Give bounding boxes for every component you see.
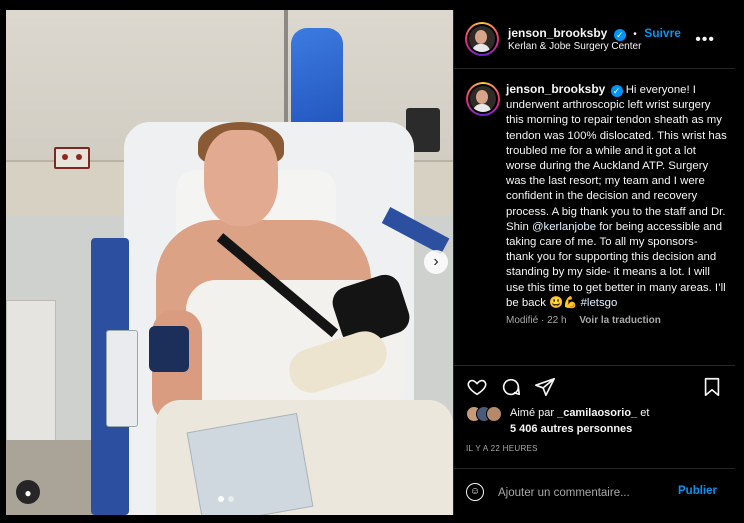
- publish-button[interactable]: Publier: [672, 484, 723, 498]
- next-image-button[interactable]: ›: [424, 250, 448, 274]
- liker-avatars: [466, 406, 508, 422]
- photo-bp-cuff: [149, 326, 189, 372]
- author-username[interactable]: jenson_brooksby: [508, 26, 607, 40]
- caption-mention-link[interactable]: @kerlanjobe: [532, 221, 596, 233]
- photo-outlet: [54, 147, 90, 169]
- post-dialog: ● › jenson_brooksby ✓ • Suivre Kerlan & …: [6, 10, 735, 515]
- comment-input[interactable]: [496, 482, 675, 504]
- tagged-users-button[interactable]: ●: [16, 480, 40, 504]
- likes-count-link[interactable]: 5 406 autres personnes: [510, 423, 632, 435]
- author-avatar[interactable]: [465, 22, 499, 56]
- translate-link[interactable]: Voir la traduction: [579, 315, 661, 326]
- liker-username[interactable]: _camilaosorio_: [557, 407, 637, 419]
- photo-tray: [186, 412, 314, 515]
- caption-meta: Modifié · 22 h Voir la traduction: [506, 313, 728, 328]
- post-location[interactable]: Kerlan & Jobe Surgery Center: [508, 41, 641, 52]
- post-side-panel: jenson_brooksby ✓ • Suivre Kerlan & Jobe…: [453, 10, 735, 515]
- caption-hashtag-link[interactable]: #letsgo: [581, 297, 618, 309]
- caption-verified-icon: ✓: [610, 85, 623, 97]
- likes-suffix: et: [637, 407, 650, 419]
- carousel-indicator: [218, 496, 234, 502]
- post-header: jenson_brooksby ✓ • Suivre Kerlan & Jobe…: [454, 10, 735, 69]
- likes-line: Aimé par _camilaosorio_ et: [510, 407, 649, 419]
- post-time: IL Y A 22 HEURES: [466, 444, 538, 453]
- carousel-dot: [228, 496, 234, 502]
- more-options-button[interactable]: •••: [689, 30, 721, 50]
- caption-body: Hi everyone! I underwent arthroscopic le…: [506, 84, 727, 233]
- comment-icon[interactable]: [500, 376, 522, 398]
- caption-username[interactable]: jenson_brooksby: [506, 82, 605, 96]
- chevron-right-icon: ›: [433, 253, 439, 270]
- action-bar: [454, 365, 735, 406]
- emoji-icon[interactable]: ☺: [466, 483, 484, 501]
- caption-body-continued: for being accessible and taking care of …: [506, 220, 726, 309]
- caption-text: jenson_brooksby ✓ Hi everyone! I underwe…: [506, 82, 728, 328]
- edited-timestamp: Modifié · 22 h: [506, 315, 567, 327]
- send-icon[interactable]: [534, 376, 556, 398]
- photo-cart: [6, 300, 56, 452]
- carousel-dot-active: [218, 496, 224, 502]
- caption-author-avatar[interactable]: [466, 82, 500, 116]
- photo-bed-controls: [106, 330, 138, 427]
- author-line: jenson_brooksby ✓ • Suivre: [508, 24, 681, 42]
- user-icon: ●: [24, 486, 32, 500]
- bookmark-icon[interactable]: [701, 376, 723, 398]
- comment-composer: ☺ Publier: [454, 468, 735, 516]
- post-photo[interactable]: ● ›: [6, 10, 453, 515]
- verified-badge-icon: ✓: [613, 29, 626, 41]
- separator-dot: •: [633, 29, 637, 40]
- likes-prefix: Aimé par: [510, 407, 558, 419]
- liker-avatar: [486, 406, 502, 422]
- photo-patient-head: [204, 130, 278, 226]
- heart-icon[interactable]: [466, 376, 488, 398]
- follow-button[interactable]: Suivre: [644, 26, 681, 40]
